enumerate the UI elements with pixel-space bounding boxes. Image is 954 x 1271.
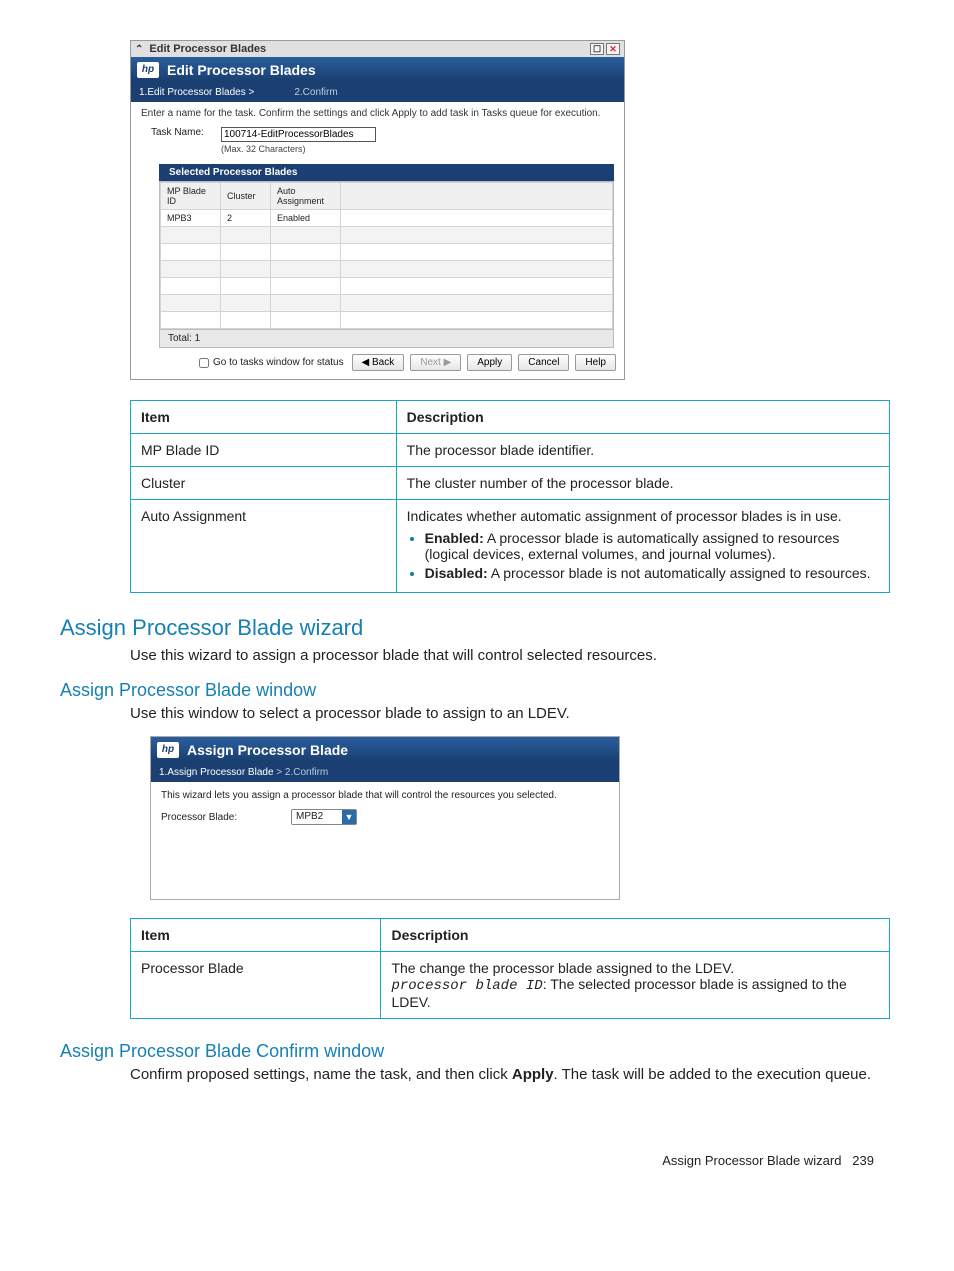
hp-logo-icon: hp <box>157 742 179 758</box>
col-spacer <box>341 183 613 210</box>
col-auto-assignment[interactable]: Auto Assignment <box>271 183 341 210</box>
edit-processor-blades-dialog: ⌃ Edit Processor Blades ☐ ✕ hp Edit Proc… <box>130 40 625 380</box>
next-button[interactable]: Next ▶ <box>410 354 461 371</box>
cell-auto-assignment: Enabled <box>271 210 341 227</box>
ref-desc: The cluster number of the processor blad… <box>396 467 889 500</box>
selected-blades-table: MP Blade ID Cluster Auto Assignment MPB3… <box>159 181 614 330</box>
ref-col-item: Item <box>131 401 397 434</box>
dialog-title: Edit Processor Blades <box>149 43 266 55</box>
dialog-titlebar[interactable]: ⌃ Edit Processor Blades ☐ ✕ <box>131 41 624 57</box>
assign-processor-blade-dialog: hp Assign Processor Blade 1.Assign Proce… <box>150 736 620 900</box>
ref-col-description: Description <box>381 919 890 952</box>
task-name-input[interactable] <box>221 127 376 142</box>
table-row[interactable]: MPB3 2 Enabled <box>161 210 613 227</box>
col-cluster[interactable]: Cluster <box>221 183 271 210</box>
wizard-step-2[interactable]: 2.Confirm <box>285 767 328 778</box>
wizard-steps: 1.Edit Processor Blades > 2.Confirm <box>131 83 624 102</box>
table-total: Total: 1 <box>159 330 614 348</box>
ref-desc: The change the processor blade assigned … <box>381 952 890 1019</box>
reference-table-2: Item Description Processor Blade The cha… <box>130 918 890 1019</box>
table-row-empty <box>161 312 613 329</box>
table-row-empty <box>161 295 613 312</box>
paragraph: Use this window to select a processor bl… <box>130 705 894 722</box>
task-name-row: Task Name: (Max. 32 Characters) <box>131 125 624 160</box>
processor-blade-select[interactable]: MPB2 ▼ <box>291 809 357 825</box>
table-row-empty <box>161 261 613 278</box>
apply-button[interactable]: Apply <box>467 354 512 371</box>
dialog-header-text: Edit Processor Blades <box>167 62 316 78</box>
back-button[interactable]: ◀ Back <box>352 354 405 371</box>
dialog-header-text: Assign Processor Blade <box>187 742 348 758</box>
wizard-steps: 1.Assign Processor Blade > 2.Confirm <box>151 763 619 782</box>
ref-item: Cluster <box>131 467 397 500</box>
processor-blade-label: Processor Blade: <box>161 812 291 823</box>
paragraph: Use this wizard to assign a processor bl… <box>130 647 894 664</box>
col-mp-blade-id[interactable]: MP Blade ID <box>161 183 221 210</box>
ref-col-description: Description <box>396 401 889 434</box>
ref-desc: Indicates whether automatic assignment o… <box>396 500 889 593</box>
close-icon[interactable]: ✕ <box>606 43 620 55</box>
collapse-icon[interactable]: ⌃ <box>135 44 143 55</box>
checkbox-input[interactable] <box>199 358 209 368</box>
chevron-down-icon[interactable]: ▼ <box>342 810 356 824</box>
wizard-step-1[interactable]: 1.Edit Processor Blades > <box>139 87 254 98</box>
ref-row: Cluster The cluster number of the proces… <box>131 467 890 500</box>
cancel-button[interactable]: Cancel <box>518 354 569 371</box>
reference-table-1: Item Description MP Blade ID The process… <box>130 400 890 593</box>
paragraph: Confirm proposed settings, name the task… <box>130 1066 894 1083</box>
ref-col-item: Item <box>131 919 381 952</box>
ref-row-auto: Auto Assignment Indicates whether automa… <box>131 500 890 593</box>
checkbox-label: Go to tasks window for status <box>213 357 344 368</box>
ref-row: MP Blade ID The processor blade identifi… <box>131 434 890 467</box>
help-button[interactable]: Help <box>575 354 616 371</box>
select-value: MPB2 <box>292 810 342 824</box>
table-row-empty <box>161 244 613 261</box>
ref-item: MP Blade ID <box>131 434 397 467</box>
table-row-empty <box>161 227 613 244</box>
heading-confirm-window: Assign Processor Blade Confirm window <box>60 1041 894 1062</box>
dialog-header: hp Assign Processor Blade <box>151 737 619 763</box>
instruction-text: Enter a name for the task. Confirm the s… <box>131 102 624 125</box>
ref-desc: The processor blade identifier. <box>396 434 889 467</box>
ref-row: Processor Blade The change the processor… <box>131 952 890 1019</box>
task-name-hint: (Max. 32 Characters) <box>221 144 376 154</box>
maximize-icon[interactable]: ☐ <box>590 43 604 55</box>
task-name-label: Task Name: <box>151 127 221 138</box>
ref-item: Processor Blade <box>131 952 381 1019</box>
selected-blades-header: Selected Processor Blades <box>159 164 614 181</box>
heading-wizard: Assign Processor Blade wizard <box>60 615 894 641</box>
go-to-tasks-checkbox[interactable]: Go to tasks window for status <box>199 357 344 368</box>
cell-mp-blade-id: MPB3 <box>161 210 221 227</box>
table-row-empty <box>161 278 613 295</box>
wizard-step-2[interactable]: 2.Confirm <box>294 87 337 98</box>
cell-cluster: 2 <box>221 210 271 227</box>
ref-item: Auto Assignment <box>131 500 397 593</box>
dialog-header: hp Edit Processor Blades <box>131 57 624 83</box>
instruction-text: This wizard lets you assign a processor … <box>151 782 619 805</box>
hp-logo-icon: hp <box>137 62 159 78</box>
heading-window: Assign Processor Blade window <box>60 680 894 701</box>
dialog-footer: Go to tasks window for status ◀ Back Nex… <box>131 348 624 379</box>
page-footer: Assign Processor Blade wizard 239 <box>60 1153 894 1168</box>
wizard-step-1[interactable]: 1.Assign Processor Blade <box>159 767 274 778</box>
processor-blade-row: Processor Blade: MPB2 ▼ <box>151 805 619 829</box>
